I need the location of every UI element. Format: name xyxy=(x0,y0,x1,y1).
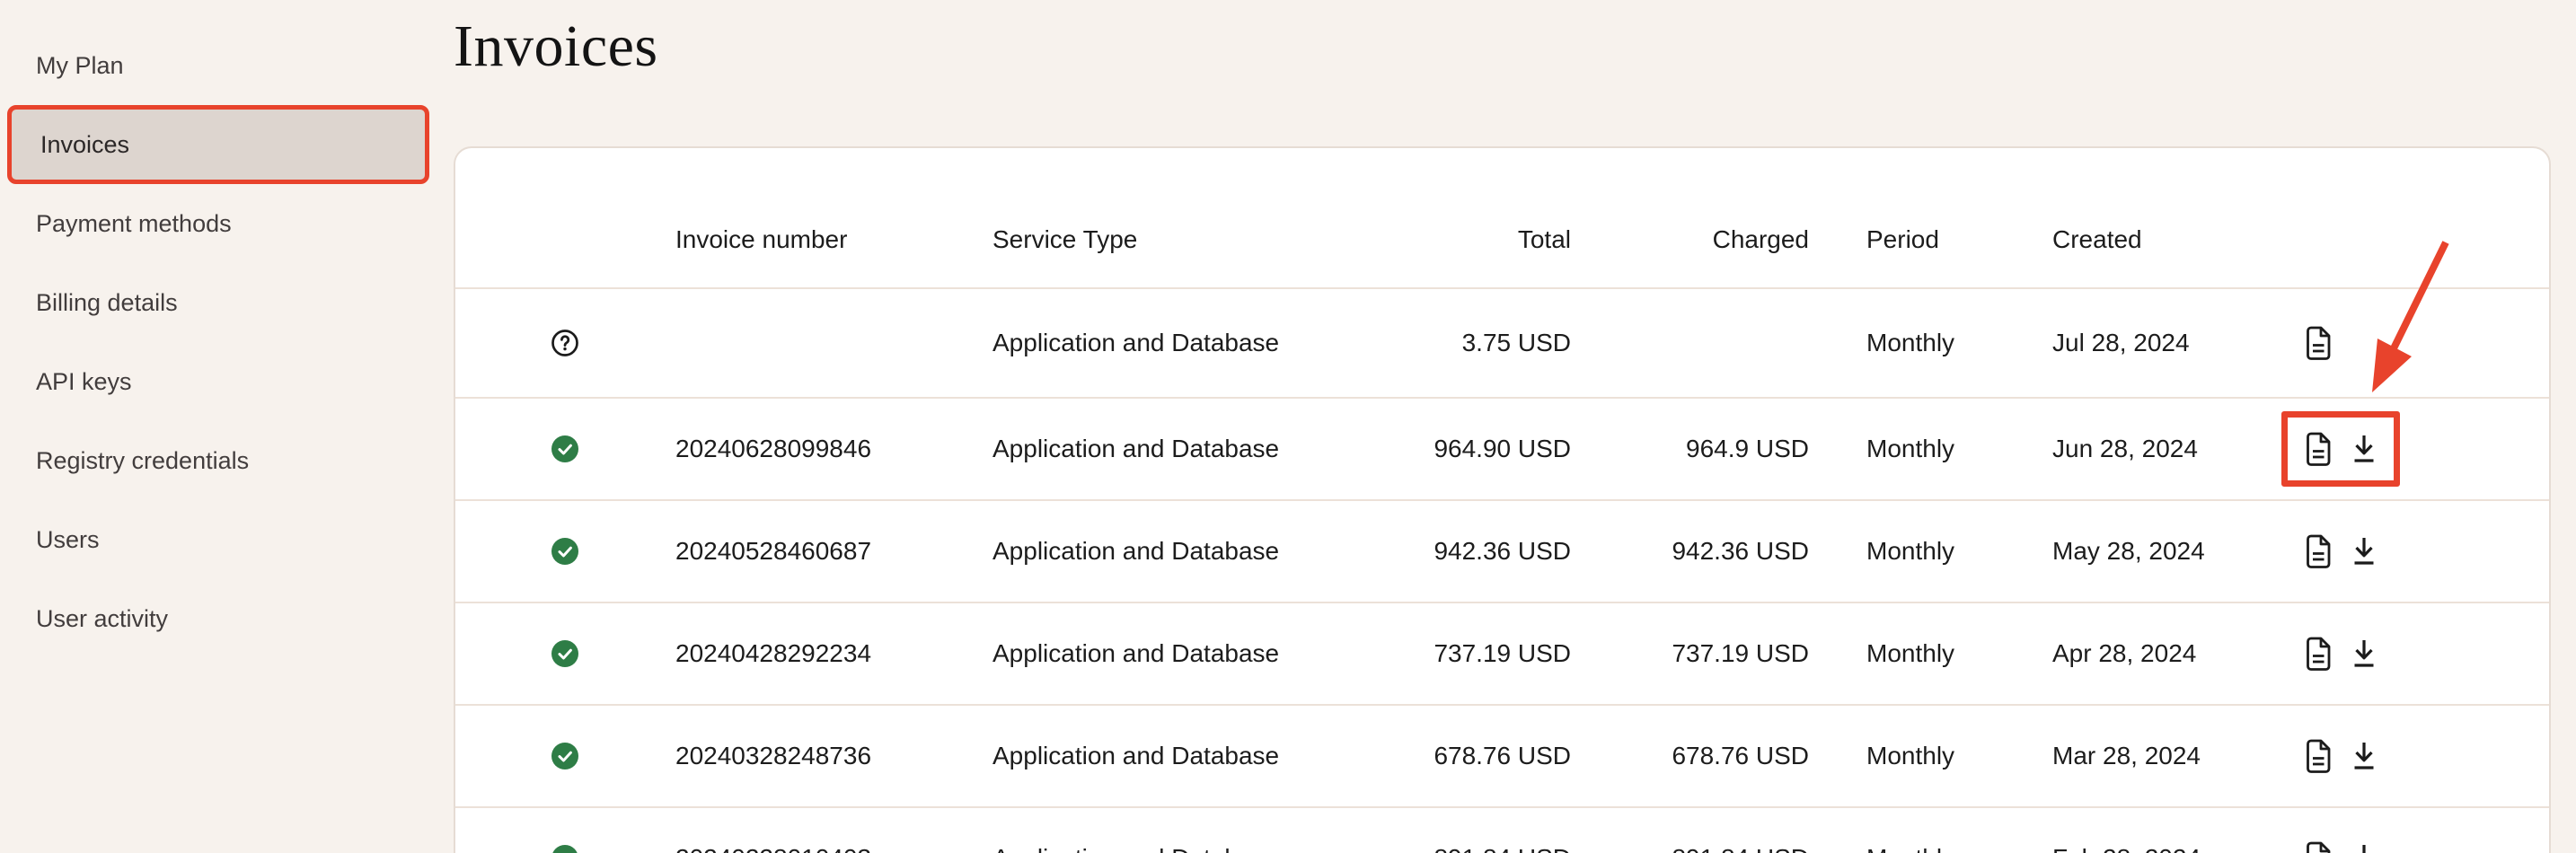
charged-cell: 737.19 USD xyxy=(1571,639,1809,668)
created-cell: Jul 28, 2024 xyxy=(2052,329,2304,357)
sidebar-item-label: Users xyxy=(36,526,100,554)
sidebar-item-label: Billing details xyxy=(36,289,178,317)
service-type-cell: Application and Database xyxy=(992,537,1389,566)
period-cell: Monthly xyxy=(1809,742,2052,770)
total-cell: 964.90 USD xyxy=(1389,435,1571,463)
invoice-table-row[interactable]: 20240428292234 Application and Database … xyxy=(455,603,2549,706)
created-cell: Mar 28, 2024 xyxy=(2052,742,2304,770)
status-cell xyxy=(455,640,675,667)
actions-cell xyxy=(2304,840,2547,853)
invoice-table-row[interactable]: Application and Database 3.75 USD Monthl… xyxy=(455,289,2549,399)
sidebar-item-user-activity[interactable]: User activity xyxy=(0,579,454,658)
sidebar-item-api-keys[interactable]: API keys xyxy=(0,342,454,421)
check-circle-icon xyxy=(551,743,578,769)
charged-cell: 678.76 USD xyxy=(1571,742,1809,770)
sidebar-item-my-plan[interactable]: My Plan xyxy=(0,26,454,105)
sidebar-item-label: API keys xyxy=(36,368,132,396)
charged-cell: 964.9 USD xyxy=(1571,435,1809,463)
page-title: Invoices xyxy=(454,13,658,81)
period-column-header: Period xyxy=(1809,225,2052,254)
actions-cell xyxy=(2304,431,2547,467)
invoice-table-row[interactable]: 20240628099846 Application and Database … xyxy=(455,399,2549,501)
period-cell: Monthly xyxy=(1809,329,2052,357)
created-cell: May 28, 2024 xyxy=(2052,537,2304,566)
invoice-number-cell: 20240528460687 xyxy=(675,537,992,566)
document-icon[interactable] xyxy=(2304,431,2334,467)
created-cell: Jun 28, 2024 xyxy=(2052,435,2304,463)
sidebar-item-users[interactable]: Users xyxy=(0,500,454,579)
created-cell: Apr 28, 2024 xyxy=(2052,639,2304,668)
download-icon[interactable] xyxy=(2349,534,2379,568)
service-type-cell: Application and Database xyxy=(992,639,1389,668)
check-circle-icon xyxy=(551,640,578,667)
check-circle-icon xyxy=(551,538,578,565)
invoice-number-cell: 20240428292234 xyxy=(675,639,992,668)
document-icon[interactable] xyxy=(2304,738,2334,774)
invoice-table-row[interactable]: 20240228010403 Application and Database … xyxy=(455,808,2549,853)
invoice-number-cell: 20240228010403 xyxy=(675,844,992,853)
status-cell xyxy=(455,845,675,853)
service-type-cell: Application and Database xyxy=(992,844,1389,853)
sidebar-item-label: Invoices xyxy=(40,131,129,159)
question-circle-icon xyxy=(551,330,578,356)
document-icon[interactable] xyxy=(2304,840,2334,853)
check-circle-icon xyxy=(551,845,578,853)
document-icon[interactable] xyxy=(2304,325,2334,361)
invoice-table-row[interactable]: 20240528460687 Application and Database … xyxy=(455,501,2549,603)
total-column-header: Total xyxy=(1389,225,1571,254)
status-cell xyxy=(455,330,675,356)
service-type-cell: Application and Database xyxy=(992,435,1389,463)
download-icon[interactable] xyxy=(2349,637,2379,671)
charged-cell: 891.84 USD xyxy=(1571,844,1809,853)
table-body: Application and Database 3.75 USD Monthl… xyxy=(455,289,2549,853)
actions-cell xyxy=(2304,533,2547,569)
period-cell: Monthly xyxy=(1809,639,2052,668)
sidebar-item-billing-details[interactable]: Billing details xyxy=(0,263,454,342)
actions-cell xyxy=(2304,738,2547,774)
total-cell: 737.19 USD xyxy=(1389,639,1571,668)
sidebar-item-payment-methods[interactable]: Payment methods xyxy=(0,184,454,263)
charged-cell: 942.36 USD xyxy=(1571,537,1809,566)
invoices-card: Invoice number Service Type Total Charge… xyxy=(454,146,2551,853)
charged-column-header: Charged xyxy=(1571,225,1809,254)
check-circle-icon xyxy=(551,435,578,462)
document-icon[interactable] xyxy=(2304,636,2334,672)
download-icon[interactable] xyxy=(2349,432,2379,466)
service-type-cell: Application and Database xyxy=(992,742,1389,770)
invoice-number-cell: 20240628099846 xyxy=(675,435,992,463)
sidebar-item-label: User activity xyxy=(36,605,168,633)
invoice-number-cell: 20240328248736 xyxy=(675,742,992,770)
period-cell: Monthly xyxy=(1809,537,2052,566)
period-cell: Monthly xyxy=(1809,844,2052,853)
total-cell: 891.84 USD xyxy=(1389,844,1571,853)
billing-sidebar: My Plan Invoices Payment methods Billing… xyxy=(0,0,454,853)
invoice-number-column-header: Invoice number xyxy=(675,225,992,254)
sidebar-item-label: Payment methods xyxy=(36,210,232,238)
actions-cell xyxy=(2304,636,2547,672)
total-cell: 942.36 USD xyxy=(1389,537,1571,566)
service-type-column-header: Service Type xyxy=(992,225,1389,254)
status-cell xyxy=(455,538,675,565)
service-type-cell: Application and Database xyxy=(992,329,1389,357)
sidebar-item-invoices[interactable]: Invoices xyxy=(7,105,429,184)
invoice-table-row[interactable]: 20240328248736 Application and Database … xyxy=(455,706,2549,808)
status-cell xyxy=(455,743,675,769)
sidebar-item-label: My Plan xyxy=(36,52,124,80)
status-cell xyxy=(455,435,675,462)
document-icon[interactable] xyxy=(2304,533,2334,569)
sidebar-item-label: Registry credentials xyxy=(36,447,249,475)
total-cell: 678.76 USD xyxy=(1389,742,1571,770)
sidebar-item-registry-credentials[interactable]: Registry credentials xyxy=(0,421,454,500)
download-icon[interactable] xyxy=(2349,841,2379,853)
created-cell: Feb 28, 2024 xyxy=(2052,844,2304,853)
total-cell: 3.75 USD xyxy=(1389,329,1571,357)
created-column-header: Created xyxy=(2052,225,2304,254)
period-cell: Monthly xyxy=(1809,435,2052,463)
download-icon[interactable] xyxy=(2349,739,2379,773)
table-header-row: Invoice number Service Type Total Charge… xyxy=(455,148,2549,289)
actions-cell xyxy=(2304,325,2547,361)
